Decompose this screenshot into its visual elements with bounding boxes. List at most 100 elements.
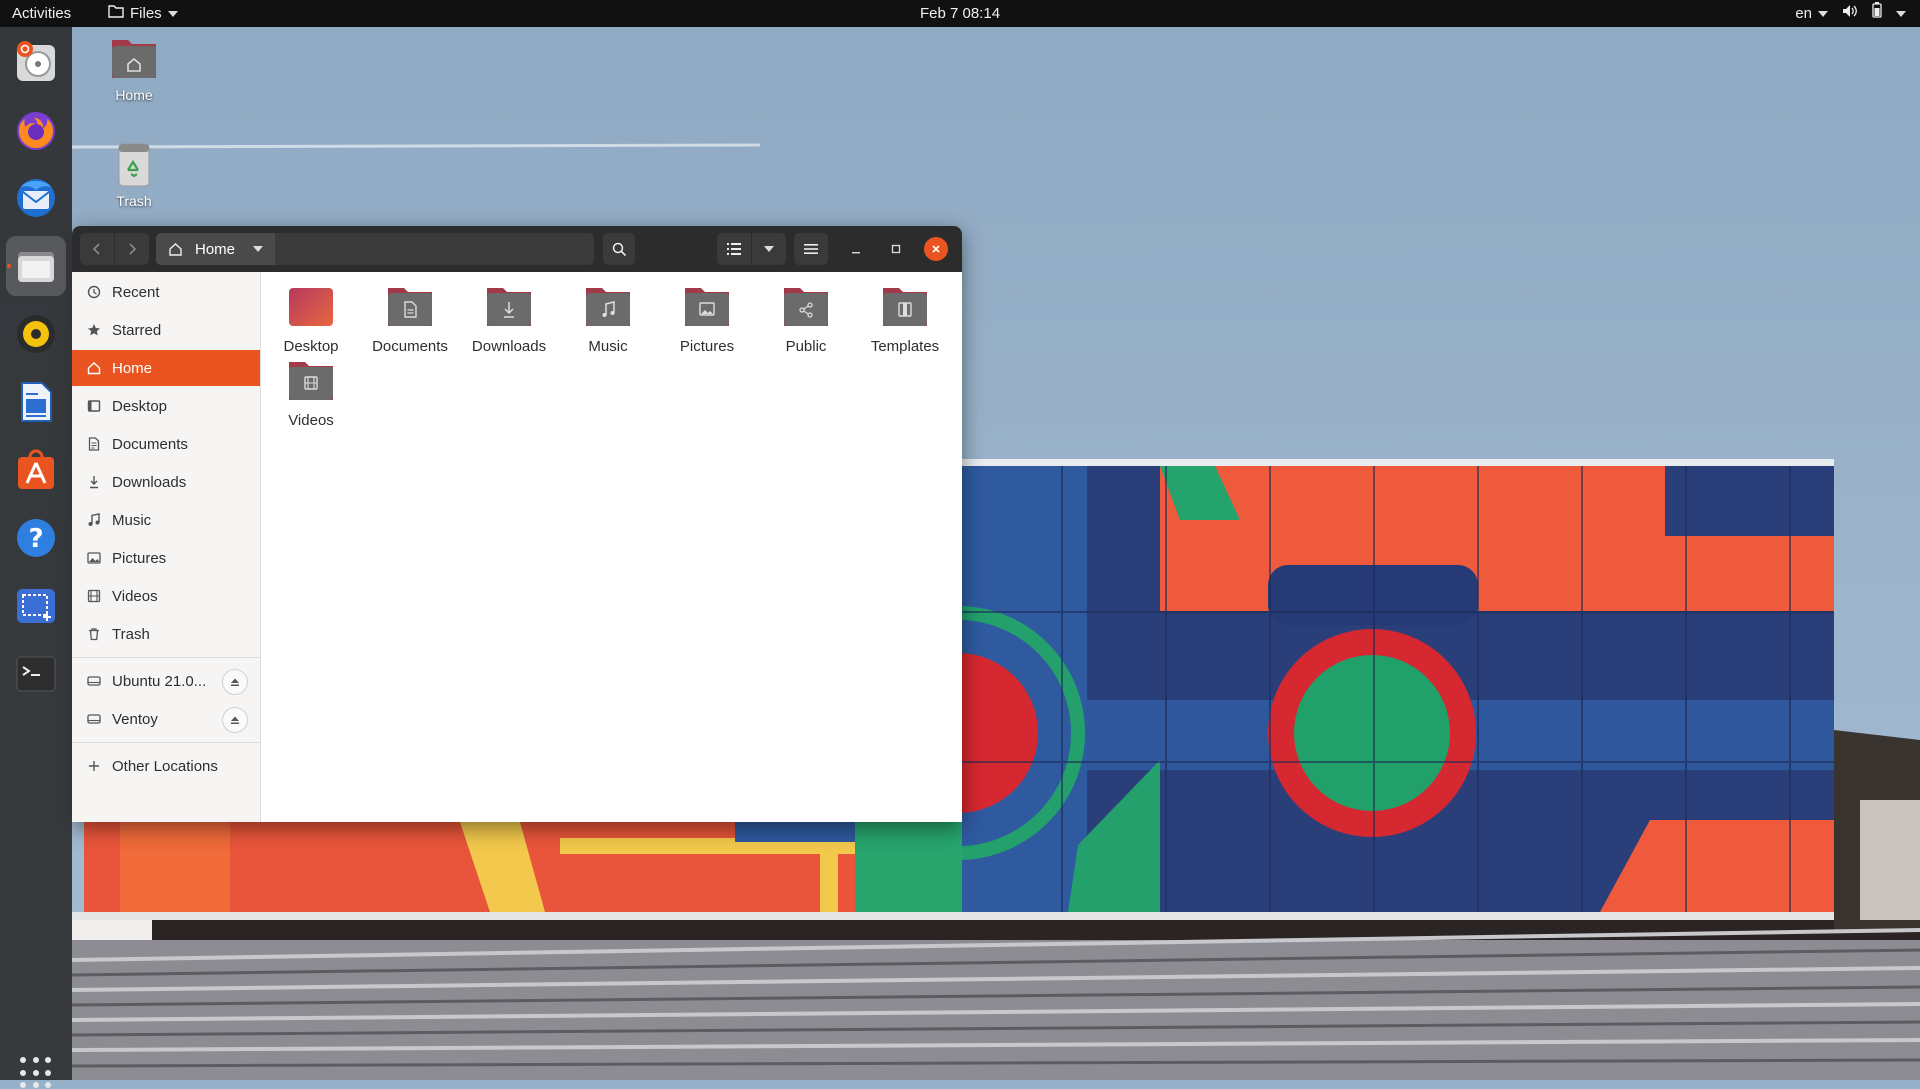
sidebar-item-device-ubuntu[interactable]: Ubuntu 21.0... [72, 663, 260, 699]
sidebar-item-device-ventoy[interactable]: Ventoy [72, 701, 260, 737]
document-icon [86, 437, 102, 451]
files-window: Home Recent Starred Home Desktop Documen… [72, 226, 962, 822]
folder-label: Videos [288, 412, 334, 429]
file-view[interactable]: Desktop Documents Downloads Music Pictur… [261, 272, 962, 822]
eject-button[interactable] [222, 669, 248, 695]
maximize-icon [891, 244, 901, 254]
search-button[interactable] [603, 233, 635, 265]
search-icon [612, 242, 626, 256]
input-source-label: en [1795, 5, 1812, 22]
battery-icon[interactable] [1872, 0, 1882, 27]
sidebar-item-other-locations[interactable]: Other Locations [72, 748, 260, 784]
sidebar-item-videos[interactable]: Videos [72, 578, 260, 614]
dock-item-installer[interactable] [6, 32, 66, 92]
close-button[interactable] [924, 237, 948, 261]
desktop-icon-home[interactable]: Home [89, 34, 179, 103]
folder-item-desktop[interactable]: Desktop [263, 282, 359, 355]
folder-item-downloads[interactable]: Downloads [461, 282, 557, 355]
maximize-button[interactable] [884, 237, 908, 261]
eject-button[interactable] [222, 707, 248, 733]
desktop-folder-icon [289, 288, 333, 326]
desktop-icon-trash[interactable]: Trash [89, 140, 179, 209]
folder-item-videos[interactable]: Videos [263, 356, 359, 429]
activities-button[interactable]: Activities [12, 0, 71, 27]
sidebar-divider [72, 742, 260, 743]
folder-label: Music [588, 338, 628, 355]
system-tray[interactable]: en [1795, 0, 1906, 27]
main-menu-button[interactable] [794, 233, 828, 265]
dock-item-screenshot[interactable] [6, 576, 66, 636]
path-bar[interactable]: Home [156, 233, 594, 265]
sidebar-item-recent[interactable]: Recent [72, 274, 260, 310]
desktop-icon-label: Trash [116, 193, 152, 209]
clock[interactable]: Feb 7 08:14 [920, 5, 1000, 22]
sidebar-item-label: Documents [112, 435, 188, 453]
sidebar-item-desktop[interactable]: Desktop [72, 388, 260, 424]
folder-item-pictures[interactable]: Pictures [659, 282, 755, 355]
sidebar-item-home[interactable]: Home [72, 350, 260, 386]
sidebar-item-label: Trash [112, 625, 150, 643]
volume-icon[interactable] [1842, 0, 1858, 27]
dock-item-help[interactable]: ? [6, 508, 66, 568]
hamburger-menu-icon [804, 244, 818, 254]
folder-label: Documents [372, 338, 448, 355]
sidebar-item-label: Desktop [112, 397, 168, 415]
screenshot-icon [17, 589, 55, 623]
dock-item-files[interactable] [6, 236, 66, 296]
sidebar-item-starred[interactable]: Starred [72, 312, 260, 348]
eject-icon [231, 678, 239, 686]
folder-icon [108, 0, 124, 27]
top-bar: Activities Files Feb 7 08:14 en [0, 0, 1920, 27]
sidebar-item-trash[interactable]: Trash [72, 616, 260, 652]
templates-folder-icon [883, 288, 927, 326]
folder-item-templates[interactable]: Templates [857, 282, 953, 355]
path-segment-home[interactable]: Home [156, 233, 276, 265]
back-button[interactable] [80, 233, 114, 265]
sidebar-divider [72, 657, 260, 658]
chevron-down-icon[interactable] [253, 246, 264, 252]
public-folder-icon [784, 288, 828, 326]
view-options-button[interactable] [752, 233, 786, 265]
star-icon [86, 323, 102, 337]
music-folder-icon [586, 288, 630, 326]
dock-item-writer[interactable] [6, 372, 66, 432]
chevron-down-icon [167, 10, 178, 17]
folder-item-documents[interactable]: Documents [362, 282, 458, 355]
home-icon [86, 361, 102, 375]
sidebar-item-documents[interactable]: Documents [72, 426, 260, 462]
chevron-left-icon [92, 243, 100, 255]
home-icon [169, 243, 182, 256]
path-segment-label: Home [195, 240, 236, 258]
folder-item-music[interactable]: Music [560, 282, 656, 355]
sidebar-item-label: Ventoy [112, 710, 158, 728]
app-menu-files[interactable]: Files [108, 0, 178, 27]
sidebar-item-music[interactable]: Music [72, 502, 260, 538]
videos-folder-icon [289, 362, 333, 400]
drive-icon [86, 674, 102, 688]
folder-label: Pictures [679, 338, 735, 355]
chevron-right-icon [129, 243, 137, 255]
libreoffice-writer-icon [21, 382, 52, 422]
dock-item-thunderbird[interactable] [6, 168, 66, 228]
sidebar-item-label: Starred [112, 321, 162, 339]
app-grid-icon[interactable] [20, 1057, 52, 1089]
minimize-button[interactable] [844, 237, 868, 261]
minimize-icon [852, 252, 860, 254]
firefox-icon [17, 112, 55, 150]
dock-item-firefox[interactable] [6, 100, 66, 160]
trash-icon [118, 143, 150, 187]
sidebar-item-label: Other Locations [112, 757, 218, 775]
ubuntu-installer-icon [17, 41, 55, 81]
system-menu-chevron-icon[interactable] [1896, 10, 1906, 17]
files-icon [18, 252, 54, 282]
sidebar-item-downloads[interactable]: Downloads [72, 464, 260, 500]
dock-item-rhythmbox[interactable] [6, 304, 66, 364]
dock-item-terminal[interactable] [6, 644, 66, 704]
folder-item-public[interactable]: Public [758, 282, 854, 355]
view-list-button[interactable] [717, 233, 751, 265]
sidebar-item-pictures[interactable]: Pictures [72, 540, 260, 576]
places-sidebar: Recent Starred Home Desktop Documents Do… [72, 272, 261, 822]
forward-button[interactable] [115, 233, 149, 265]
dock-item-software[interactable] [6, 440, 66, 500]
input-source-indicator[interactable]: en [1795, 0, 1828, 27]
